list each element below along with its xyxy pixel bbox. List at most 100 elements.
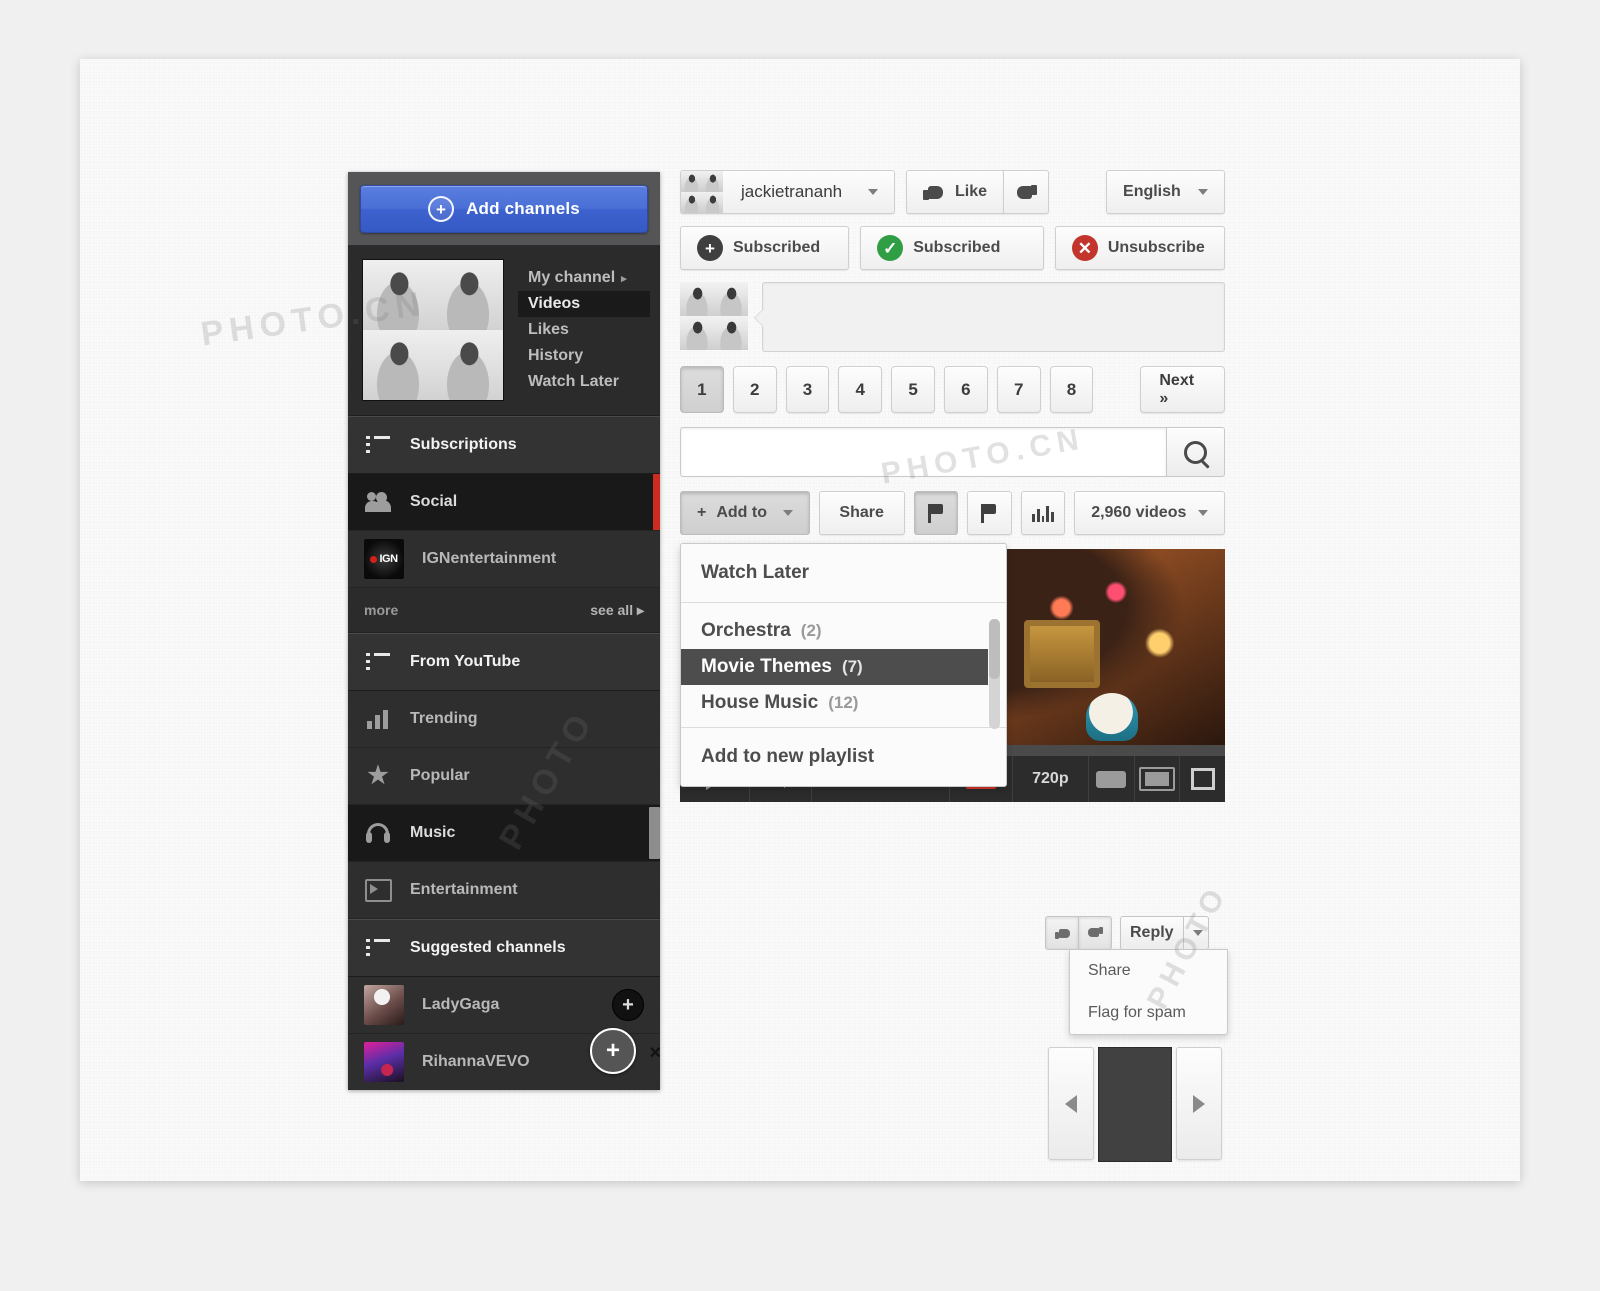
dropdown-scrollbar[interactable] [989,619,1000,729]
fullscreen-button[interactable] [1180,756,1225,802]
playlist-item-house-music[interactable]: House Music (12) [681,685,1006,721]
dropdown-item-add-new-playlist[interactable]: Add to new playlist [681,728,1006,786]
carousel-next-button[interactable] [1176,1047,1222,1160]
like-dislike-group: Like [906,170,1050,214]
flag-button[interactable] [967,491,1012,535]
playlist-count: (12) [828,693,859,712]
list-icon [364,653,392,671]
playlist-item-movie-themes[interactable]: Movie Themes (7) [681,649,988,685]
subscribed-label: Subscribed [733,239,821,256]
sidebar-section-subscriptions[interactable]: Subscriptions [348,416,660,474]
unsubscribe-button[interactable]: ✕ Unsubscribe [1054,226,1225,270]
theater-mode-button[interactable] [1135,756,1181,802]
statistics-button[interactable] [1020,491,1066,535]
reply-dropdown-menu: Share Flag for spam [1069,949,1228,1035]
check-badge-icon: ✓ [877,235,904,261]
thumbs-down-icon [1088,926,1103,940]
sidebar-item-ladygaga[interactable]: LadyGaga + [348,977,660,1034]
sidebar-item-label: History [528,347,584,364]
user-menu-button[interactable]: jackietrananh [680,170,896,214]
add-channels-button[interactable]: + Add channels [360,185,648,233]
sidebar-item-music[interactable]: Music [348,805,660,862]
page-button-3[interactable]: 3 [785,366,830,413]
comment-like-button[interactable] [1045,916,1079,950]
video-count-dropdown[interactable]: 2,960 videos [1074,491,1226,535]
dislike-button[interactable] [1003,170,1050,214]
reply-button[interactable]: Reply [1120,916,1184,950]
playlist-item-orchestra[interactable]: Orchestra (2) [681,613,1006,649]
main-content: jackietrananh Like English + Subscribed … [680,170,1228,1162]
captions-button[interactable] [1089,756,1135,802]
ladygaga-thumbnail [364,985,404,1025]
sidebar-item-ignentertainment[interactable]: IGN IGNentertainment [348,531,660,588]
chevron-down-icon [1192,930,1203,936]
page-button-8[interactable]: 8 [1049,366,1094,413]
subscribed-check-button[interactable]: ✓ Subscribed [860,226,1044,270]
sidebar-item-watch-later[interactable]: Watch Later [518,369,650,395]
sidebar-item-entertainment[interactable]: Entertainment [348,862,660,919]
playlist-list: Orchestra (2) Movie Themes (7) House Mus… [681,603,1006,729]
sidebar-item-social[interactable]: Social [348,474,660,531]
close-icon[interactable]: × [649,1042,660,1065]
playlist-name: House Music [701,692,819,713]
search-button[interactable] [1166,427,1225,477]
page-button-7[interactable]: 7 [996,366,1041,413]
see-all-link[interactable]: see all ▸ [590,602,644,619]
menu-item-share[interactable]: Share [1070,950,1227,992]
comment-input[interactable] [754,282,1225,352]
page-button-5[interactable]: 5 [891,366,935,413]
thumbs-up-icon [923,182,945,203]
add-to-button[interactable]: + Add to [680,491,810,535]
sidebar-more-row[interactable]: more see all ▸ [348,588,660,633]
reply-dropdown-toggle[interactable] [1182,916,1209,950]
more-label[interactable]: more [364,602,398,618]
sidebar-item-label: LadyGaga [422,996,500,1013]
subscribed-label: Subscribed [913,239,1001,256]
dropdown-item-watch-later[interactable]: Watch Later [681,544,1006,602]
sidebar-item-label: Watch Later [528,373,619,390]
flag-button-active[interactable] [913,491,959,535]
page-button-6[interactable]: 6 [943,366,988,413]
subscribed-plus-button[interactable]: + Subscribed [680,226,850,270]
rihannavevo-thumbnail [364,1042,404,1082]
language-selector[interactable]: English [1106,170,1225,214]
resolution-button[interactable]: 720p [1013,756,1089,802]
next-page-button[interactable]: Next » [1140,366,1226,413]
flag-icon [927,503,944,523]
ign-thumb-label: IGN [379,553,398,565]
page-button-4[interactable]: 4 [838,366,883,413]
subscription-button-row: + Subscribed ✓ Subscribed ✕ Unsubscribe [680,226,1225,270]
search-input[interactable] [680,427,1166,477]
film-icon [364,878,392,902]
share-button[interactable]: Share [818,491,905,535]
sidebar-item-label: Likes [528,321,569,338]
sidebar-item-videos[interactable]: Videos [518,291,650,317]
plus-circle-icon: + [428,196,455,222]
sidebar-item-history[interactable]: History [518,343,650,369]
sidebar-item-my-channel[interactable]: My channel ▸ [518,265,650,291]
chevron-down-icon [782,510,793,516]
menu-item-flag-for-spam[interactable]: Flag for spam [1070,992,1227,1034]
profile-links: My channel ▸ Videos Likes History Watch … [504,259,660,401]
sidebar-section-suggested-channels[interactable]: Suggested channels [348,919,660,977]
sidebar-item-label: Videos [528,295,581,312]
comment-dislike-button[interactable] [1078,916,1112,950]
subscribe-plus-icon[interactable]: + [612,989,644,1021]
like-button[interactable]: Like [906,170,1005,214]
chevron-down-icon [1198,189,1208,195]
list-icon [364,436,392,454]
x-badge-icon: ✕ [1071,235,1098,261]
sidebar-item-label: Entertainment [410,881,518,898]
sidebar-item-trending[interactable]: Trending [348,691,660,748]
subscribe-plus-large-icon[interactable]: + [590,1028,636,1074]
page-button-1[interactable]: 1 [680,366,724,413]
bar-chart-icon [1031,505,1054,522]
sidebar-item-likes[interactable]: Likes [518,317,650,343]
sidebar-section-from-youtube[interactable]: From YouTube [348,633,660,691]
page-button-2[interactable]: 2 [732,366,777,413]
sidebar-item-popular[interactable]: ★ Popular [348,748,660,805]
playlist-name: Movie Themes [701,656,832,677]
sidebar-item-rihannavevo[interactable]: RihannaVEVO + × [348,1028,660,1090]
carousel-prev-button[interactable] [1048,1047,1094,1160]
playlist-count: (2) [800,621,822,640]
